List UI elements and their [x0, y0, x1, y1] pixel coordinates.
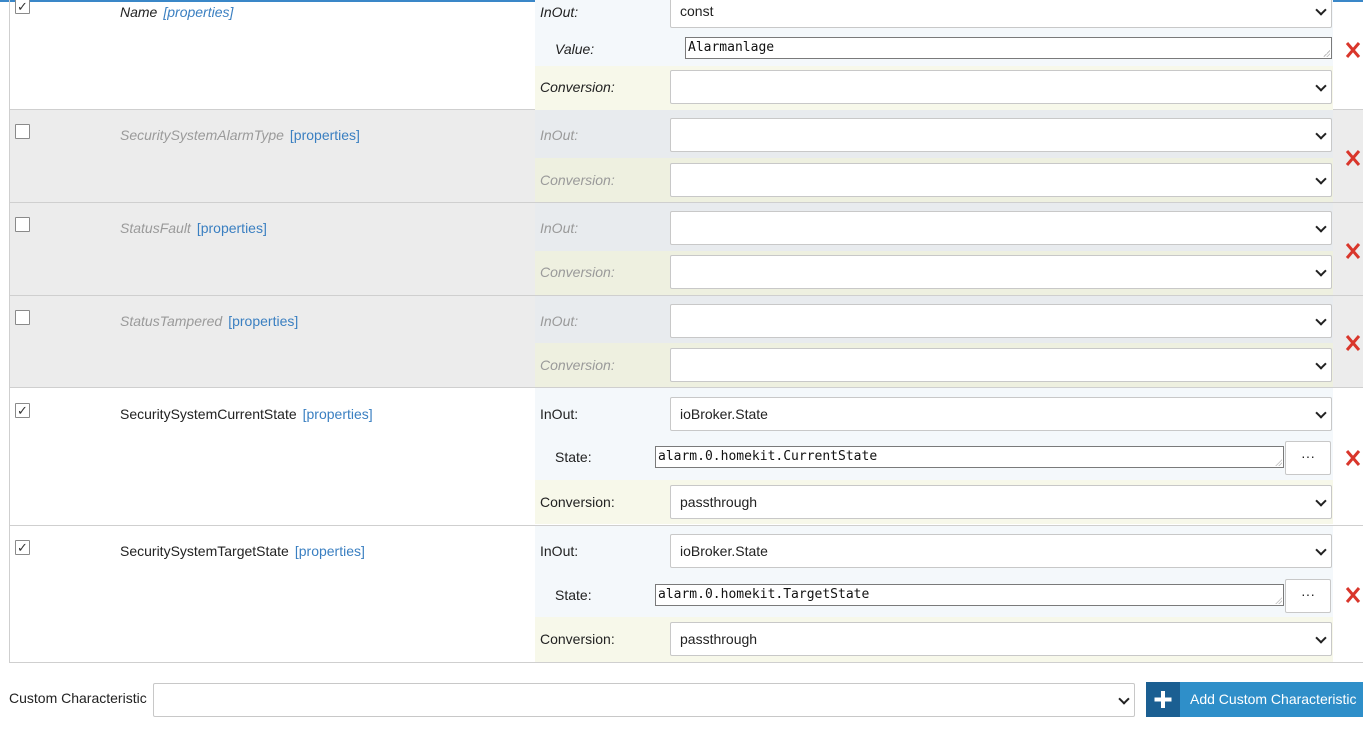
browse-state-button[interactable]: ···: [1285, 579, 1331, 613]
inout-section: InOut: const Value: Alarmanlage: [535, 0, 1333, 66]
chevron-down-icon: [1315, 358, 1327, 370]
conversion-section: Conversion:: [535, 343, 1333, 387]
state-label: State:: [555, 449, 592, 465]
inout-select[interactable]: ioBroker.State: [670, 534, 1332, 568]
conversion-section: Conversion: passthrough: [535, 480, 1333, 524]
inout-label: InOut:: [540, 406, 579, 422]
conversion-select[interactable]: [670, 255, 1332, 289]
delete-x-icon[interactable]: [1345, 333, 1363, 353]
conversion-select[interactable]: passthrough: [670, 485, 1332, 519]
enable-checkbox[interactable]: ✓: [15, 540, 30, 555]
inout-select[interactable]: [670, 304, 1332, 338]
inout-section: InOut:: [535, 296, 1333, 343]
delete-x-icon[interactable]: [1345, 448, 1363, 468]
conversion-select[interactable]: passthrough: [670, 622, 1332, 656]
chevron-down-icon: [1315, 80, 1327, 92]
chevron-down-icon: [1315, 221, 1327, 233]
inout-label: InOut:: [540, 313, 579, 329]
conversion-label: Conversion:: [540, 357, 615, 373]
inout-section: InOut:: [535, 110, 1333, 158]
chevron-down-icon: [1315, 632, 1327, 644]
characteristic-name: SecuritySystemAlarmType [properties]: [120, 127, 360, 143]
conversion-label: Conversion:: [540, 264, 615, 280]
inout-label: InOut:: [540, 127, 579, 143]
characteristic-row-current-state: ✓ SecuritySystemCurrentState [properties]…: [9, 388, 1363, 526]
delete-x-icon[interactable]: [1345, 148, 1363, 168]
enable-checkbox[interactable]: ✓: [15, 403, 30, 418]
add-custom-characteristic-label: Add Custom Characteristic: [1190, 691, 1357, 707]
checkmark-icon: ✓: [17, 403, 28, 418]
delete-x-icon[interactable]: [1345, 241, 1363, 261]
state-label: State:: [555, 587, 592, 603]
conversion-label: Conversion:: [540, 79, 615, 95]
characteristic-name: SecuritySystemCurrentState [properties]: [120, 406, 373, 422]
enable-checkbox[interactable]: [15, 217, 30, 232]
inout-select[interactable]: [670, 211, 1332, 245]
properties-link[interactable]: [properties]: [163, 4, 233, 20]
resize-grip-icon[interactable]: [1323, 50, 1330, 57]
enable-checkbox[interactable]: ✓: [15, 0, 30, 14]
enable-checkbox[interactable]: [15, 124, 30, 139]
chevron-down-icon: [1315, 544, 1327, 556]
state-input[interactable]: alarm.0.homekit.CurrentState: [655, 446, 1284, 468]
characteristic-name: Name [properties]: [120, 4, 234, 20]
conversion-select[interactable]: [670, 348, 1332, 382]
properties-link[interactable]: [properties]: [228, 313, 298, 329]
inout-select[interactable]: const: [670, 0, 1332, 28]
delete-x-icon[interactable]: [1345, 40, 1363, 60]
conversion-select[interactable]: [670, 70, 1332, 104]
characteristic-row-status-tampered: StatusTampered [properties] InOut: Conver…: [9, 296, 1363, 388]
conversion-label: Conversion:: [540, 631, 615, 647]
conversion-select[interactable]: [670, 163, 1332, 197]
properties-link[interactable]: [properties]: [290, 127, 360, 143]
inout-label: InOut:: [540, 220, 579, 236]
properties-link[interactable]: [properties]: [197, 220, 267, 236]
inout-select[interactable]: [670, 118, 1332, 152]
characteristic-name: SecuritySystemTargetState [properties]: [120, 543, 365, 559]
characteristic-row-alarm-type: SecuritySystemAlarmType [properties] InOu…: [9, 110, 1363, 203]
add-custom-characteristic-button[interactable]: Add Custom Characteristic: [1146, 682, 1363, 717]
properties-link[interactable]: [properties]: [295, 543, 365, 559]
custom-characteristic-select[interactable]: [153, 683, 1135, 717]
inout-select[interactable]: ioBroker.State: [670, 397, 1332, 431]
plus-icon: [1146, 682, 1180, 717]
inout-label: InOut:: [540, 543, 579, 559]
conversion-section: Conversion:: [535, 251, 1333, 295]
chevron-down-icon: [1315, 314, 1327, 326]
characteristic-row-status-fault: StatusFault [properties] InOut: Conversio…: [9, 203, 1363, 296]
characteristic-name: StatusTampered [properties]: [120, 313, 299, 329]
chevron-down-icon: [1315, 4, 1327, 16]
inout-section: InOut: ioBroker.State State: alarm.0.hom…: [535, 526, 1333, 617]
conversion-section: Conversion: passthrough: [535, 617, 1333, 662]
properties-link[interactable]: [properties]: [303, 406, 373, 422]
chevron-down-icon: [1315, 128, 1327, 140]
checkmark-icon: ✓: [17, 540, 28, 555]
inout-section: InOut:: [535, 203, 1333, 251]
value-input[interactable]: Alarmanlage: [685, 37, 1332, 59]
characteristic-row-target-state: ✓ SecuritySystemTargetState [properties] …: [9, 526, 1363, 663]
conversion-label: Conversion:: [540, 494, 615, 510]
browse-state-button[interactable]: ···: [1285, 441, 1331, 475]
conversion-label: Conversion:: [540, 172, 615, 188]
value-label: Value:: [555, 41, 595, 57]
resize-grip-icon[interactable]: [1275, 459, 1282, 466]
enable-checkbox[interactable]: [15, 310, 30, 325]
chevron-down-icon: [1118, 693, 1130, 705]
characteristic-name: StatusFault [properties]: [120, 220, 267, 236]
inout-section: InOut: ioBroker.State State: alarm.0.hom…: [535, 388, 1333, 480]
chevron-down-icon: [1315, 265, 1327, 277]
characteristic-row-name: ✓ Name [properties] InOut: const Value: A…: [9, 0, 1363, 110]
delete-x-icon[interactable]: [1345, 585, 1363, 605]
state-input[interactable]: alarm.0.homekit.TargetState: [655, 584, 1284, 606]
resize-grip-icon[interactable]: [1275, 597, 1282, 604]
chevron-down-icon: [1315, 407, 1327, 419]
custom-characteristic-label: Custom Characteristic: [9, 690, 147, 706]
chevron-down-icon: [1315, 495, 1327, 507]
inout-label: InOut:: [540, 4, 579, 20]
conversion-section: Conversion:: [535, 66, 1333, 110]
custom-characteristic-bar: Custom Characteristic Add Custom Charact…: [0, 680, 1363, 720]
conversion-section: Conversion:: [535, 158, 1333, 202]
chevron-down-icon: [1315, 173, 1327, 185]
checkmark-icon: ✓: [17, 0, 28, 14]
